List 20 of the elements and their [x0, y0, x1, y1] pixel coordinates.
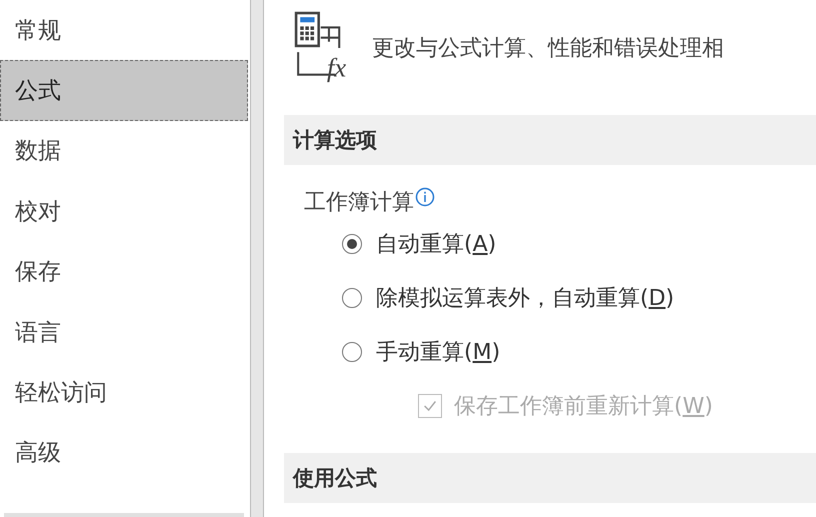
section-header: 计算选项: [284, 115, 816, 165]
sidebar-item[interactable]: 保存: [0, 242, 248, 302]
sidebar-item[interactable]: 轻松访问: [0, 362, 248, 423]
sidebar-item[interactable]: 校对: [0, 181, 248, 242]
radio-button[interactable]: [342, 342, 362, 362]
section-header: 使用公式: [284, 453, 816, 503]
sidebar-item[interactable]: 高级: [0, 422, 248, 484]
sidebar-item[interactable]: 语言: [0, 302, 248, 362]
option-label: 保存工作簿前重新计算(W): [454, 393, 713, 421]
option-label: 自动重算(A): [376, 231, 496, 259]
sidebar-item[interactable]: 公式: [0, 60, 248, 121]
sidebar-item[interactable]: 常规: [0, 0, 248, 60]
sidebar-item[interactable]: 数据: [0, 120, 248, 182]
radio-button[interactable]: [342, 234, 362, 254]
description-text: 更改与公式计算、性能和错误处理相: [372, 34, 724, 62]
option-label: 除模拟运算表外，自动重算(D): [376, 285, 674, 313]
option-label: 手动重算(M): [376, 339, 500, 367]
radio-button[interactable]: [342, 288, 362, 308]
info-icon: [415, 187, 435, 207]
group-label: 工作簿计算: [284, 165, 816, 217]
